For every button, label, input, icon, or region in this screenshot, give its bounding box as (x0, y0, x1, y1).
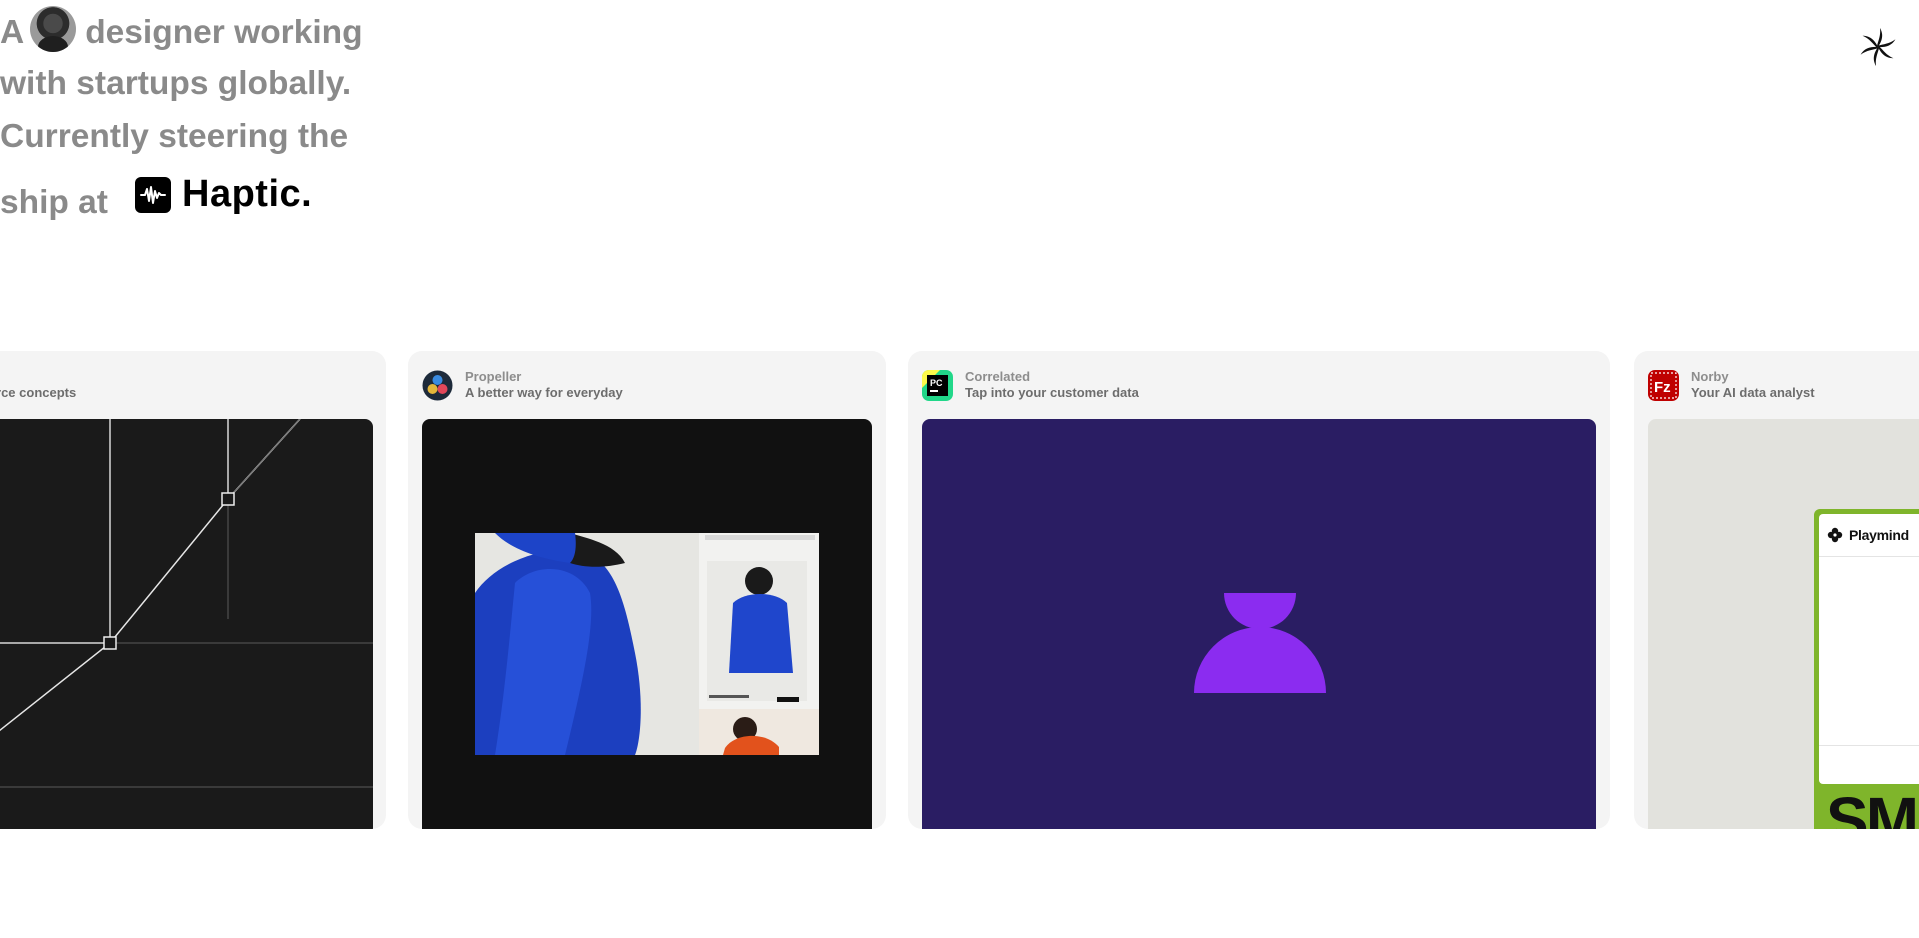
filezilla-icon: Fz (1648, 369, 1679, 401)
playmind-header: Playmind (1819, 514, 1919, 557)
playmind-panel: Playmind BI CO 𝕏 (1819, 514, 1919, 784)
project-card-norby[interactable]: Fz Norby Your AI data analyst Playmind S… (1634, 351, 1919, 829)
svg-text:Fz: Fz (1654, 379, 1671, 396)
card-header: PC Correlated Tap into your customer dat… (922, 365, 1139, 405)
svg-text:PC: PC (930, 378, 943, 388)
project-card-1[interactable]: ude amerce concepts (0, 351, 386, 829)
card-subtitle: A better way for everyday (465, 385, 623, 400)
pycharm-icon: PC (922, 369, 953, 401)
card-title: Norby (1691, 369, 1729, 384)
project-card-propeller[interactable]: Propeller A better way for everyday (408, 351, 886, 829)
card-header: Propeller A better way for everyday (422, 365, 623, 405)
jacket-photo (475, 533, 819, 755)
purple-person-glyph (922, 419, 1596, 829)
hero-word-a: A (0, 14, 25, 51)
card-title: ude (0, 369, 76, 385)
hero-line-1-rest: designer working (85, 14, 363, 51)
preview-footer: 𝕏 (1819, 745, 1919, 784)
playmind-app-screenshot: Playmind BI CO 𝕏 SM (1648, 419, 1919, 829)
curve-editor-graphic (0, 419, 373, 829)
company-name: Haptic. (182, 173, 313, 215)
playmind-preview: Playmind BI CO 𝕏 SM (1814, 509, 1919, 829)
hero-line-4: ship at (0, 184, 108, 221)
hero-line-1: Adesigner working (0, 6, 363, 53)
project-card-correlated[interactable]: PC Correlated Tap into your customer dat… (908, 351, 1610, 829)
hero-line-2: with startups globally. (0, 65, 352, 102)
waveform-logo-icon (135, 176, 171, 213)
card-title: Propeller (465, 369, 522, 384)
card-header: ude amerce concepts (0, 365, 76, 405)
card-subtitle: Tap into your customer data (965, 385, 1139, 400)
card-subtitle: amerce concepts (0, 385, 77, 400)
haptic-company-link[interactable]: Haptic. (135, 173, 312, 216)
card-title: Correlated (965, 369, 1031, 384)
avatar (30, 6, 77, 52)
playmind-brand: Playmind (1849, 527, 1909, 543)
card-header: Fz Norby Your AI data analyst (1648, 365, 1815, 405)
hero-line-3: Currently steering the (0, 118, 349, 155)
card-subtitle: Your AI data analyst (1691, 385, 1815, 400)
davinci-resolve-icon (422, 370, 453, 400)
flower-logo-icon (1827, 527, 1843, 543)
preview-big-text: SM (1826, 784, 1919, 829)
pinwheel-star-icon[interactable] (1857, 26, 1899, 68)
blue-puffer-jacket-store-screenshot (422, 419, 872, 829)
